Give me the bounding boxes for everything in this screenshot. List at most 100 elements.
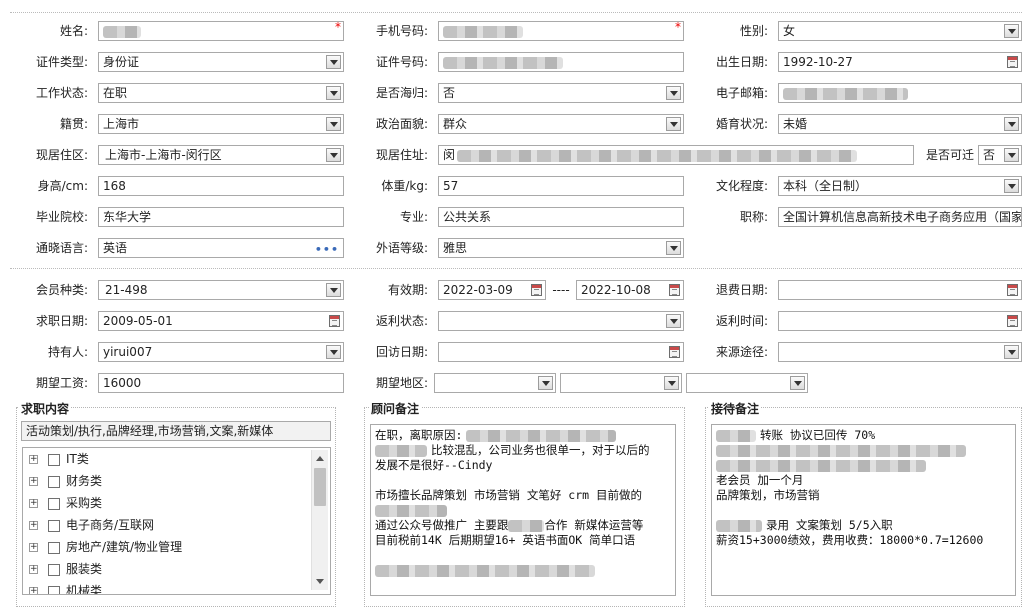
birth-date-field[interactable]: 1992-10-27 [778,52,1022,72]
overseas-select[interactable]: 否 [438,83,684,103]
marital-select[interactable]: 未婚 [778,114,1022,134]
chevron-down-icon[interactable] [666,117,681,131]
address-field[interactable]: 闵 [438,145,914,165]
job-date-field[interactable]: 2009-05-01 [98,311,344,331]
valid-from-field[interactable]: 2022-03-09 [438,280,546,300]
expand-icon[interactable]: + [29,521,38,530]
expand-icon[interactable]: + [29,543,38,552]
chevron-down-icon[interactable] [326,345,341,359]
chevron-down-icon[interactable] [666,86,681,100]
visit-date-field[interactable] [438,342,684,362]
more-options-icon[interactable]: ••• [315,241,339,257]
checkbox[interactable] [48,475,60,488]
calendar-icon[interactable] [329,315,340,327]
height-field[interactable]: 168 [98,176,344,196]
name-field[interactable]: * [98,21,344,41]
foreign-level-select[interactable]: 雅思 [438,238,684,258]
tree-item[interactable]: + 财务类 [29,472,102,490]
weight-field[interactable]: 57 [438,176,684,196]
chevron-down-icon[interactable] [790,376,805,390]
checkbox[interactable] [48,541,60,554]
calendar-icon[interactable] [1007,315,1018,327]
chevron-down-icon[interactable] [326,148,341,162]
calendar-icon[interactable] [531,284,542,296]
calendar-icon[interactable] [1007,56,1018,68]
calendar-icon[interactable] [669,346,680,358]
member-type-label: 会员种类: [35,283,88,297]
checkbox[interactable] [48,453,60,466]
valid-to-field[interactable]: 2022-10-08 [576,280,684,300]
residence-select[interactable]: 上海市-上海市-闵行区 [98,145,344,165]
checkbox[interactable] [48,519,60,532]
tree-scrollbar[interactable] [311,450,328,590]
chevron-down-icon[interactable] [664,376,679,390]
redacted-text [508,519,545,532]
tree-item[interactable]: + IT类 [29,450,89,468]
chevron-down-icon[interactable] [326,117,341,131]
redacted-text [375,504,447,517]
chevron-down-icon[interactable] [1004,345,1019,359]
education-select[interactable]: 本科（全日制） [778,176,1022,196]
source-select[interactable] [778,342,1022,362]
checkbox[interactable] [48,585,60,594]
movable-select[interactable]: 否 [978,145,1022,165]
chevron-down-icon[interactable] [326,55,341,69]
tree-item[interactable]: + 服装类 [29,560,102,578]
expand-icon[interactable]: + [29,477,38,486]
calendar-icon[interactable] [1007,284,1018,296]
mobile-field[interactable]: * [438,21,684,41]
reception-notes-textarea[interactable]: 转账 协议已回传 70% 老会员 加一个月 品牌策划，市场营销 录用 文案策划 … [711,424,1016,596]
gender-select[interactable]: 女 [778,21,1022,41]
checkbox[interactable] [48,497,60,510]
language-field[interactable]: 英语 ••• [98,238,344,258]
tree-item[interactable]: + 房地产/建筑/物业管理 [29,538,182,556]
title-field[interactable]: 全国计算机信息高新技术电子商务应用（国家 [778,207,1022,227]
tree-item[interactable]: + 机械类 [29,582,102,594]
expand-icon[interactable]: + [29,565,38,574]
region-district-select[interactable] [686,373,808,393]
job-category-tree[interactable]: + IT类 + 财务类 + 采购类 + 电子商务/互联网 + 房地产/建筑/物业管理 + 服… [22,447,331,595]
tree-item[interactable]: + 采购类 [29,494,102,512]
scroll-down-icon[interactable] [316,579,324,584]
chevron-down-icon[interactable] [1004,179,1019,193]
chevron-down-icon[interactable] [666,241,681,255]
salary-field[interactable]: 16000 [98,373,344,393]
job-content-summary[interactable]: 活动策划/执行,品牌经理,市场营销,文案,新媒体 [21,421,331,441]
gender-value: 女 [783,24,796,38]
id-type-select[interactable]: 身份证 [98,52,344,72]
expand-icon[interactable]: + [29,587,38,594]
native-select[interactable]: 上海市 [98,114,344,134]
note-text: 目前税前14K 后期期望16+ 英语书面OK 简单口语 [375,533,636,547]
scroll-thumb[interactable] [314,468,326,506]
chevron-down-icon[interactable] [1004,24,1019,38]
work-status-select[interactable]: 在职 [98,83,344,103]
chevron-down-icon[interactable] [326,86,341,100]
chevron-down-icon[interactable] [538,376,553,390]
refund-date-field[interactable] [778,280,1022,300]
major-field[interactable]: 公共关系 [438,207,684,227]
chevron-down-icon[interactable] [666,314,681,328]
political-select[interactable]: 群众 [438,114,684,134]
note-line: 比较混乱，公司业务也很单一，对于以后的 [375,443,671,458]
region-city-select[interactable] [560,373,682,393]
expand-icon[interactable]: + [29,455,38,464]
tree-item[interactable]: + 电子商务/互联网 [29,516,154,534]
chevron-down-icon[interactable] [326,283,341,297]
chevron-down-icon[interactable] [1004,117,1019,131]
school-field[interactable]: 东华大学 [98,207,344,227]
movable-value: 否 [983,148,996,162]
scroll-up-icon[interactable] [316,456,324,461]
calendar-icon[interactable] [669,284,680,296]
expand-icon[interactable]: + [29,499,38,508]
rebate-status-select[interactable] [438,311,684,331]
rebate-time-field[interactable] [778,311,1022,331]
region-province-select[interactable] [434,373,556,393]
chevron-down-icon[interactable] [1004,148,1019,162]
member-type-select[interactable]: 21-498 [98,280,344,300]
consultant-notes-textarea[interactable]: 在职，离职原因: 比较混乱，公司业务也很单一，对于以后的 发展不是很好--Cin… [370,424,676,596]
id-number-field[interactable] [438,52,684,72]
checkbox[interactable] [48,563,60,576]
holder-select[interactable]: yirui007 [98,342,344,362]
email-field[interactable] [778,83,1022,103]
rebate-time-label: 返利时间: [715,314,768,328]
